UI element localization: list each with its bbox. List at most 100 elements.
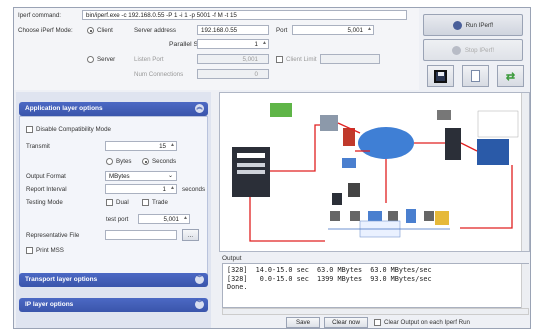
port-input[interactable]: 5,001 [292, 25, 374, 35]
expand-icon[interactable]: ︾ [195, 275, 204, 284]
bytes-label: Bytes [116, 158, 132, 165]
trade-label: Trade [152, 199, 168, 206]
floppy-disk-icon [434, 69, 447, 83]
transport-layer-header[interactable]: Transport layer options ︾ [19, 273, 208, 287]
clear-each-run-checkbox[interactable] [374, 319, 381, 326]
clear-each-run-label: Clear Output on each Iperf Run [384, 319, 470, 326]
save-config-button[interactable] [427, 65, 454, 87]
output-format-select[interactable]: MBytes ⌄ [105, 171, 177, 181]
test-port-spinner[interactable]: ▲ [183, 215, 188, 221]
port-spinner[interactable]: ▲ [367, 26, 372, 32]
ip-layer-header[interactable]: IP layer options ︾ [19, 298, 208, 312]
listen-port-input[interactable]: 5,001 [197, 54, 269, 64]
printer-icon [437, 110, 451, 120]
transmit-input[interactable]: 15 [105, 141, 177, 151]
options-panel: Application layer options ︽ Disable Comp… [16, 92, 211, 328]
iperf-command-label: Iperf command: [18, 12, 61, 19]
stop-icon [451, 45, 461, 55]
testing-mode-label: Testing Mode [26, 199, 63, 206]
transmit-label: Transmit [26, 143, 50, 150]
transport-layer-title: Transport layer options [25, 276, 98, 283]
router-icon [320, 115, 338, 131]
output-horizontal-scrollbar[interactable] [222, 308, 529, 315]
browse-button[interactable]: ... [182, 229, 199, 241]
jperf-window: Iperf command: bin/iperf.exe -c 192.168.… [13, 7, 531, 329]
dual-checkbox[interactable] [106, 199, 113, 206]
client-label: Client [97, 27, 113, 34]
rep-file-label: Representative File [26, 232, 80, 239]
run-iperf-label: Run IPerf! [465, 21, 494, 29]
client-limit-label: Client Limit [286, 56, 317, 63]
server-address-label: Server address [134, 27, 176, 34]
collapse-icon[interactable]: ︽ [195, 104, 204, 113]
refresh-arrows-icon: ⇄ [505, 70, 516, 83]
client-limit-input[interactable] [320, 54, 380, 64]
rep-file-input[interactable] [105, 230, 177, 240]
trade-checkbox[interactable] [142, 199, 149, 206]
diagram-vertical-scrollbar[interactable] [521, 93, 529, 251]
output-line: Done. [227, 283, 248, 291]
application-layer-header[interactable]: Application layer options ︽ [19, 102, 208, 116]
server-address-input[interactable]: 192.168.0.55 [197, 25, 269, 35]
stop-iperf-button[interactable]: Stop IPerf! [423, 39, 523, 61]
save-output-button[interactable]: Save [286, 317, 320, 328]
listen-port-label: Listen Port [134, 56, 164, 63]
expand-icon[interactable]: ︾ [195, 300, 204, 309]
output-format-value: MBytes [109, 173, 130, 180]
num-connections-input[interactable]: 0 [197, 69, 269, 79]
parallel-streams-spinner[interactable]: ▲ [262, 40, 267, 46]
server-radio[interactable] [87, 56, 94, 63]
output-label: Output [222, 255, 242, 262]
seconds-radio[interactable] [142, 158, 149, 165]
print-mss-checkbox[interactable] [26, 247, 33, 254]
num-connections-label: Num Connections [134, 71, 184, 78]
output-format-label: Output Format [26, 173, 66, 180]
application-layer-body: Disable Compatibility Mode Transmit 15 ▲… [19, 116, 208, 276]
output-line: [328] 0.0-15.0 sec 1399 MBytes 93.0 MByt… [227, 274, 432, 283]
top-area [0, 0, 536, 7]
report-interval-input[interactable]: 1 [105, 184, 177, 194]
legend-box [477, 110, 519, 138]
ip-layer-title: IP layer options [25, 301, 74, 308]
parallel-streams-input[interactable]: 1 [197, 39, 269, 49]
report-interval-label: Report Interval [26, 186, 67, 193]
stop-iperf-label: Stop IPerf! [464, 46, 495, 54]
transmit-spinner[interactable]: ▲ [170, 142, 175, 148]
client-limit-checkbox[interactable] [276, 56, 283, 63]
application-layer-title: Application layer options [25, 105, 103, 112]
dual-label: Dual [116, 199, 129, 206]
refresh-button[interactable]: ⇄ [497, 65, 524, 87]
test-port-label: test port [106, 216, 129, 223]
laptop-icon [342, 158, 356, 168]
internet-cloud-icon [358, 127, 414, 159]
server-rack-icon [445, 128, 461, 160]
green-server-icon [270, 103, 292, 117]
clear-output-button[interactable]: Clear now [324, 317, 368, 328]
document-icon [471, 70, 480, 82]
run-icon [452, 20, 462, 30]
output-line: [328] 14.0-15.0 sec 63.0 MBytes 63.0 MBy… [227, 266, 432, 274]
network-diagram [219, 92, 530, 252]
output-vertical-scrollbar[interactable] [521, 264, 529, 308]
disable-compat-label: Disable Compatibility Mode [36, 126, 111, 133]
iperf-command-field[interactable]: bin/iperf.exe -c 192.168.0.55 -P 1 -i 1 … [82, 10, 407, 20]
switch-panel-icon [477, 139, 509, 165]
restore-defaults-button[interactable] [462, 65, 489, 87]
output-console[interactable]: [328] 14.0-15.0 sec 63.0 MBytes 63.0 MBy… [222, 263, 529, 308]
port-label: Port [276, 27, 288, 34]
chevron-down-icon: ⌄ [167, 173, 173, 179]
disable-compat-checkbox[interactable] [26, 126, 33, 133]
connection-settings: Iperf command: bin/iperf.exe -c 192.168.… [14, 8, 419, 90]
choose-mode-label: Choose iPerf Mode: [18, 27, 73, 34]
run-iperf-button[interactable]: Run IPerf! [423, 14, 523, 36]
seconds-label: Seconds [152, 158, 177, 165]
client-radio[interactable] [87, 27, 94, 34]
camera-icon [348, 183, 360, 197]
report-interval-unit: seconds [182, 186, 206, 193]
bytes-radio[interactable] [106, 158, 113, 165]
network-topology-image [232, 103, 519, 242]
red-box-icon [343, 128, 355, 146]
print-mss-label: Print MSS [36, 247, 64, 254]
server-label: Server [97, 56, 116, 63]
report-interval-spinner[interactable]: ▲ [170, 185, 175, 191]
